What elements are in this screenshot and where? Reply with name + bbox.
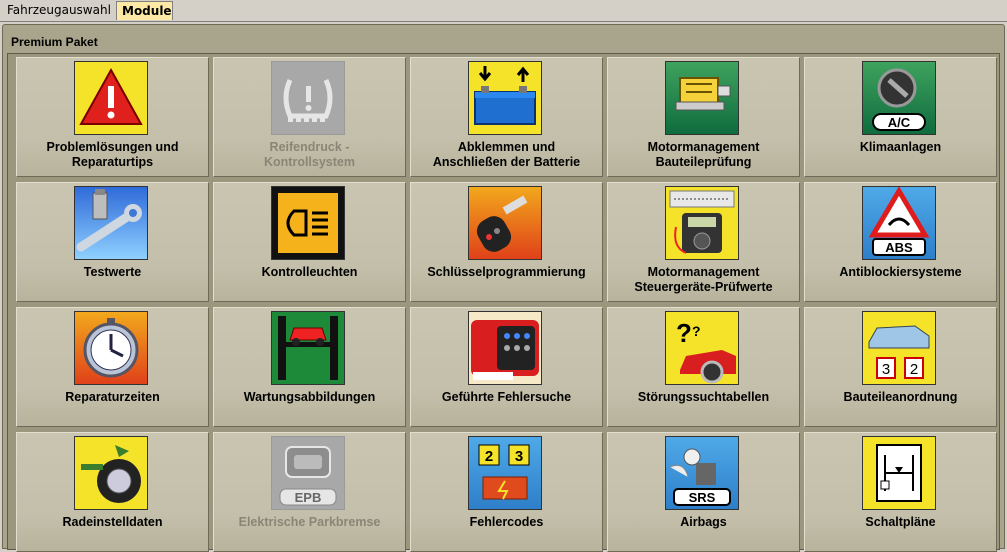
svg-text:3: 3: [515, 448, 523, 465]
premium-panel: Premium Paket Problemlösungen und Repara…: [2, 24, 1005, 552]
module-problemloesungen[interactable]: Problemlösungen und Reparaturtips: [16, 57, 209, 177]
abs-icon: ABS: [862, 186, 936, 260]
module-schluessel[interactable]: Schlüsselprogrammierung: [410, 182, 603, 302]
svg-text:?: ?: [692, 323, 701, 339]
module-label: Störungssuchtabellen: [637, 390, 770, 404]
svg-text:?: ?: [676, 318, 692, 348]
module-label: Reifendruck - Kontrollsystem: [264, 140, 355, 169]
module-abs[interactable]: ABS Antiblockiersysteme: [804, 182, 997, 302]
car-key-icon: [468, 186, 542, 260]
module-label: Motormanagement Steuergeräte-Prüfwerte: [634, 265, 773, 294]
wheel-alignment-icon: [74, 436, 148, 510]
svg-text:2: 2: [485, 448, 493, 465]
module-label: Schlüsselprogrammierung: [427, 265, 586, 279]
tab-bar: Fahrzeugauswahl Module: [0, 0, 1007, 22]
car-layout-icon: 32: [862, 311, 936, 385]
fault-codes-icon: 23: [468, 436, 542, 510]
module-label: Airbags: [680, 515, 727, 529]
module-label: Bauteileanordnung: [843, 390, 958, 404]
diagnostic-tester-icon: [468, 311, 542, 385]
svg-text:EPB: EPB: [295, 490, 322, 505]
module-stoerungssuche[interactable]: ?? Störungssuchtabellen: [607, 307, 800, 427]
module-label: Elektrische Parkbremse: [238, 515, 381, 529]
module-label: Fehlercodes: [469, 515, 544, 529]
module-motormanagement-bauteile[interactable]: Motormanagement Bauteileprüfung: [607, 57, 800, 177]
module-label: Wartungsabbildungen: [243, 390, 376, 404]
module-label: Klimaanlagen: [859, 140, 942, 154]
module-bauteileanordnung[interactable]: 32 Bauteileanordnung: [804, 307, 997, 427]
tab-fahrzeugauswahl[interactable]: Fahrzeugauswahl: [2, 1, 112, 20]
module-batterie[interactable]: Abklemmen und Anschließen der Batterie: [410, 57, 603, 177]
module-label: Problemlösungen und Reparaturtips: [46, 140, 179, 169]
module-label: Testwerte: [83, 265, 142, 279]
air-conditioning-icon: A/C: [862, 61, 936, 135]
module-label: Schaltpläne: [865, 515, 936, 529]
question-car-icon: ??: [665, 311, 739, 385]
svg-text:SRS: SRS: [689, 490, 716, 505]
warning-lamp-icon: [271, 186, 345, 260]
module-fehlercodes[interactable]: 23 Fehlercodes: [410, 432, 603, 552]
module-wartung[interactable]: Wartungsabbildungen: [213, 307, 406, 427]
module-label: Geführte Fehlersuche: [441, 390, 572, 404]
module-parkbremse: EPB Elektrische Parkbremse: [213, 432, 406, 552]
svg-text:ABS: ABS: [885, 240, 913, 255]
module-motormanagement-steuergeraete[interactable]: Motormanagement Steuergeräte-Prüfwerte: [607, 182, 800, 302]
multimeter-icon: [665, 186, 739, 260]
svg-text:A/C: A/C: [888, 115, 911, 130]
module-airbags[interactable]: SRS Airbags: [607, 432, 800, 552]
panel-title: Premium Paket: [11, 35, 98, 49]
module-schaltplaene[interactable]: Schaltpläne: [804, 432, 997, 552]
module-label: Kontrolleuchten: [261, 265, 358, 279]
tire-pressure-icon: [271, 61, 345, 135]
module-klimaanlagen[interactable]: A/C Klimaanlagen: [804, 57, 997, 177]
module-label: Abklemmen und Anschließen der Batterie: [432, 140, 581, 169]
module-label: Antiblockiersysteme: [839, 265, 962, 279]
stopwatch-icon: [74, 311, 148, 385]
battery-icon: [468, 61, 542, 135]
svg-text:3: 3: [882, 361, 890, 378]
module-kontrolleuchten[interactable]: Kontrolleuchten: [213, 182, 406, 302]
module-label: Motormanagement Bauteileprüfung: [647, 140, 760, 169]
module-label: Reparaturzeiten: [65, 390, 160, 404]
wrench-icon: [74, 186, 148, 260]
module-grid: Problemlösungen und Reparaturtips Reifen…: [7, 53, 1000, 552]
module-reifendruck: Reifendruck - Kontrollsystem: [213, 57, 406, 177]
module-fehlersuche[interactable]: Geführte Fehlersuche: [410, 307, 603, 427]
module-label: Radeinstelldaten: [62, 515, 163, 529]
car-lift-icon: [271, 311, 345, 385]
module-radeinstelldaten[interactable]: Radeinstelldaten: [16, 432, 209, 552]
parking-brake-icon: EPB: [271, 436, 345, 510]
svg-text:2: 2: [910, 361, 918, 378]
wiring-diagram-icon: [862, 436, 936, 510]
warning-triangle-icon: [74, 61, 148, 135]
module-reparaturzeiten[interactable]: Reparaturzeiten: [16, 307, 209, 427]
tab-module[interactable]: Module: [116, 1, 173, 20]
module-testwerte[interactable]: Testwerte: [16, 182, 209, 302]
engine-component-icon: [665, 61, 739, 135]
airbag-icon: SRS: [665, 436, 739, 510]
